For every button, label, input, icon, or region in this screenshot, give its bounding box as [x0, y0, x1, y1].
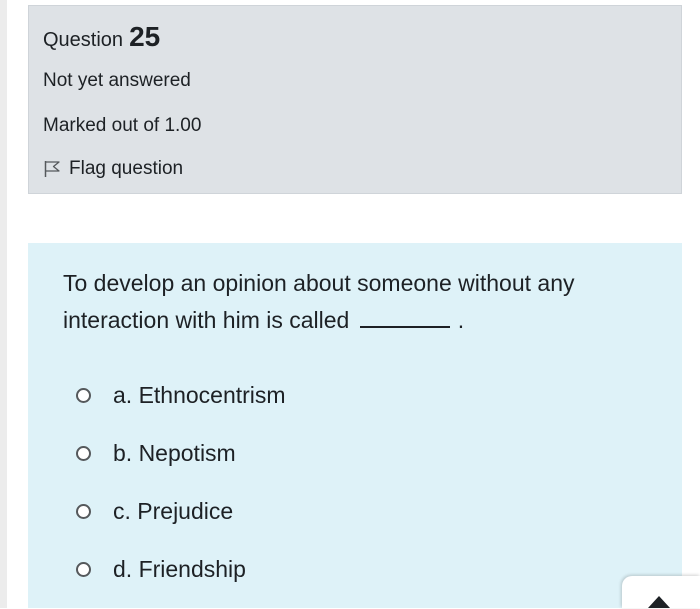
question-state: Not yet answered: [43, 70, 191, 91]
question-grade: Marked out of 1.00: [43, 115, 202, 136]
radio-button-d[interactable]: [76, 561, 91, 577]
scroll-to-top-button[interactable]: [622, 576, 700, 608]
answer-label-b: b. Nepotism: [113, 440, 236, 466]
question-label: Question: [43, 29, 124, 51]
question-info-panel: Question 25 Not yet answered Marked out o…: [28, 5, 682, 194]
radio-button-a[interactable]: [76, 387, 91, 403]
answer-label-a: a. Ethnocentrism: [113, 382, 286, 408]
question-content-panel: To develop an opinion about someone with…: [28, 243, 682, 608]
answer-label-d: d. Friendship: [113, 556, 246, 582]
radio-button-c[interactable]: [76, 503, 91, 519]
answer-options: a. Ethnocentrism b. Nepotism c. Prejudic…: [76, 377, 286, 609]
answer-label-c: c. Prejudice: [113, 498, 234, 524]
question-number: 25: [129, 21, 161, 52]
answer-option-c[interactable]: c. Prejudice: [76, 493, 286, 529]
question-text-body: To develop an opinion about someone with…: [63, 270, 575, 333]
flag-question-link[interactable]: Flag question: [43, 156, 183, 182]
left-edge-strip: [0, 0, 7, 608]
flag-icon: [44, 161, 60, 177]
radio-button-b[interactable]: [76, 445, 91, 461]
question-text-period: .: [457, 307, 465, 333]
question-title: Question 25: [43, 20, 160, 57]
answer-blank: [359, 304, 450, 328]
answer-option-d[interactable]: d. Friendship: [76, 551, 286, 587]
arrow-up-icon: [648, 596, 670, 608]
answer-option-a[interactable]: a. Ethnocentrism: [76, 377, 286, 413]
answer-option-b[interactable]: b. Nepotism: [76, 435, 286, 471]
flag-question-label: Flag question: [69, 158, 184, 179]
question-text: To develop an opinion about someone with…: [63, 265, 653, 339]
